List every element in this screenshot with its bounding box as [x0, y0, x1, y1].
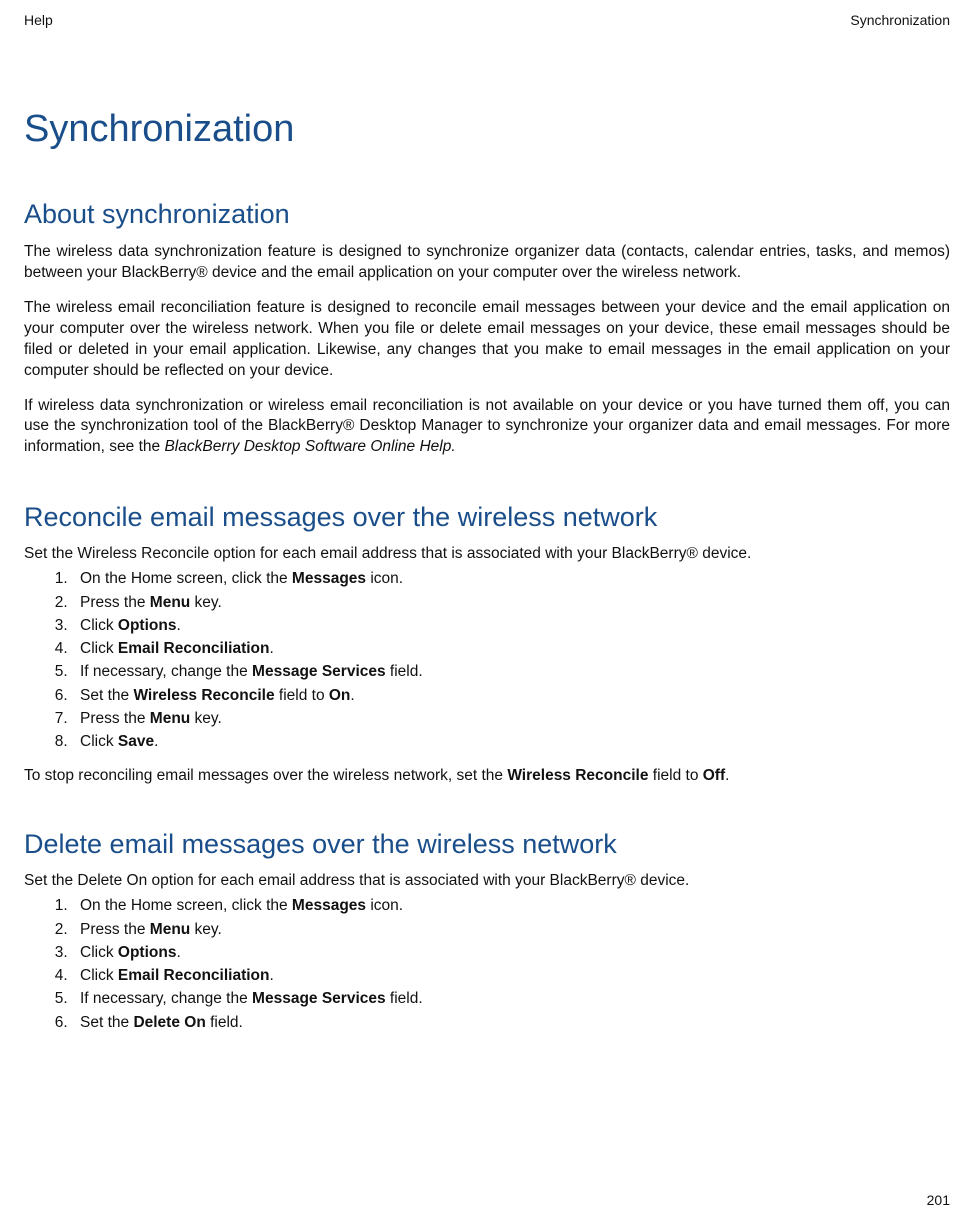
- list-item: Press the Menu key.: [72, 591, 950, 614]
- list-item: Press the Menu key.: [72, 918, 950, 941]
- list-item: If necessary, change the Message Service…: [72, 987, 950, 1010]
- running-header: Help Synchronization: [24, 12, 950, 28]
- list-item: On the Home screen, click the Messages i…: [72, 567, 950, 590]
- list-item: On the Home screen, click the Messages i…: [72, 894, 950, 917]
- header-right: Synchronization: [850, 12, 950, 28]
- about-paragraph-2: The wireless email reconciliation featur…: [24, 298, 950, 382]
- list-item: Set the Delete On field.: [72, 1011, 950, 1034]
- list-item: Click Email Reconciliation.: [72, 637, 950, 660]
- section-reconcile-title: Reconcile email messages over the wirele…: [24, 502, 950, 533]
- section-about-title: About synchronization: [24, 199, 950, 230]
- list-item: If necessary, change the Message Service…: [72, 660, 950, 683]
- page-number: 201: [927, 1192, 950, 1208]
- reconcile-after: To stop reconciling email messages over …: [24, 767, 950, 785]
- page-container: Help Synchronization Synchronization Abo…: [0, 0, 974, 1228]
- list-item: Click Email Reconciliation.: [72, 964, 950, 987]
- reconcile-intro: Set the Wireless Reconcile option for ea…: [24, 545, 950, 563]
- section-delete-title: Delete email messages over the wireless …: [24, 829, 950, 860]
- header-left: Help: [24, 12, 53, 28]
- list-item: Click Options.: [72, 614, 950, 637]
- list-item: Click Options.: [72, 941, 950, 964]
- delete-intro: Set the Delete On option for each email …: [24, 872, 950, 890]
- about-p3-pre: If wireless data synchronization or wire…: [24, 397, 950, 456]
- about-p3-italic: BlackBerry Desktop Software Online Help.: [164, 438, 455, 455]
- delete-steps: On the Home screen, click the Messages i…: [24, 894, 950, 1034]
- reconcile-steps: On the Home screen, click the Messages i…: [24, 567, 950, 753]
- about-paragraph-1: The wireless data synchronization featur…: [24, 242, 950, 284]
- about-paragraph-3: If wireless data synchronization or wire…: [24, 396, 950, 459]
- page-title: Synchronization: [24, 108, 950, 151]
- list-item: Set the Wireless Reconcile field to On.: [72, 684, 950, 707]
- list-item: Press the Menu key.: [72, 707, 950, 730]
- list-item: Click Save.: [72, 730, 950, 753]
